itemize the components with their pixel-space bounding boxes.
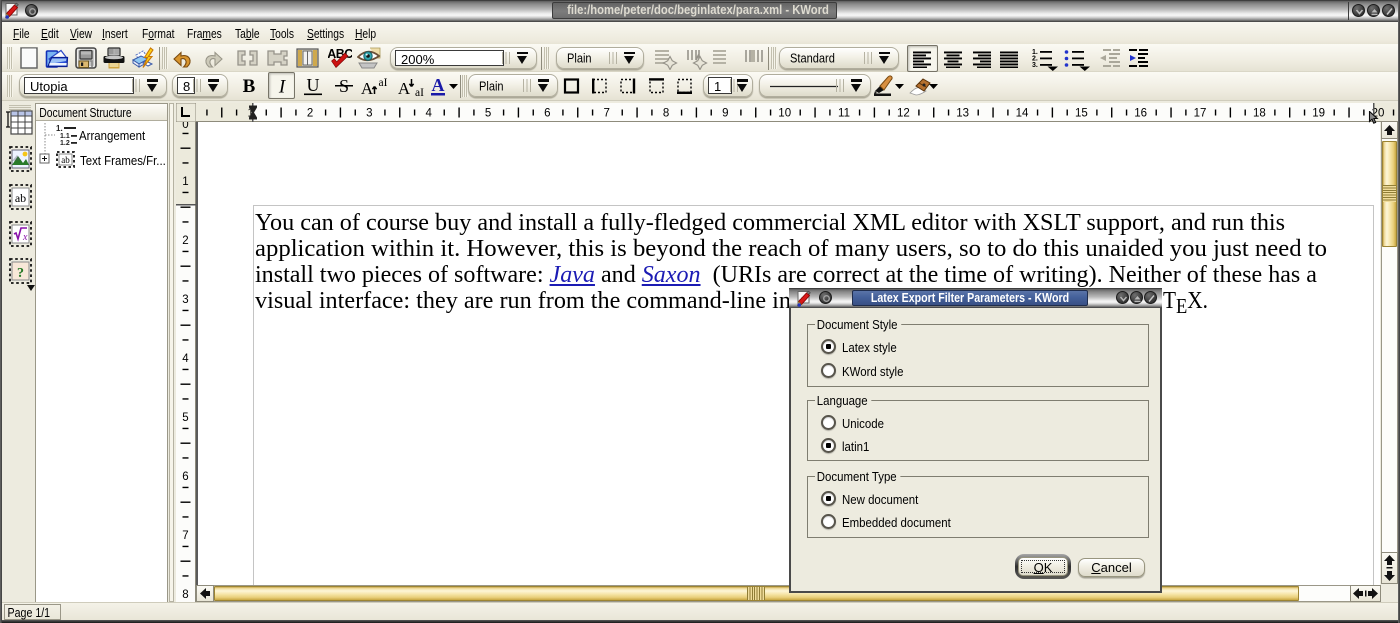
svg-text:13: 13 [956, 108, 969, 120]
svg-text:7: 7 [604, 108, 610, 120]
svg-text:1.1: 1.1 [60, 133, 70, 140]
svg-text:10: 10 [778, 108, 791, 120]
svg-text:6: 6 [182, 471, 188, 483]
svg-text:15: 15 [1075, 108, 1088, 120]
svg-text:16: 16 [1134, 108, 1147, 120]
svg-text:aI: aI [415, 87, 424, 98]
svg-text:1: 1 [182, 176, 188, 188]
svg-text:11: 11 [838, 108, 850, 120]
svg-text:12: 12 [897, 108, 910, 120]
svg-text:19: 19 [1312, 108, 1325, 120]
svg-text:ab: ab [61, 155, 70, 165]
svg-text:x: x [22, 232, 28, 243]
svg-text:4: 4 [182, 353, 189, 365]
svg-text:I: I [278, 77, 287, 98]
svg-text:A: A [398, 79, 411, 98]
svg-text:A: A [432, 75, 445, 95]
svg-text:8: 8 [182, 589, 188, 601]
svg-text:0: 0 [182, 122, 188, 131]
svg-text:7: 7 [182, 530, 188, 542]
svg-text:2: 2 [182, 235, 188, 247]
svg-text:?: ? [17, 266, 24, 281]
svg-text:1.: 1. [56, 124, 63, 133]
svg-text:8: 8 [663, 108, 669, 120]
svg-text:aI: aI [379, 77, 388, 89]
svg-text:14: 14 [1016, 108, 1029, 120]
svg-text:5: 5 [182, 412, 188, 424]
svg-text:1.2: 1.2 [60, 140, 70, 147]
svg-text:9: 9 [722, 108, 728, 120]
svg-text:ab: ab [15, 191, 26, 205]
svg-text:3: 3 [182, 294, 188, 306]
svg-text:B: B [243, 76, 256, 97]
svg-text:3.: 3. [1032, 62, 1038, 69]
svg-text:17: 17 [1194, 108, 1207, 120]
svg-text:A: A [361, 79, 374, 98]
svg-text:2: 2 [307, 108, 313, 120]
svg-text:3: 3 [366, 108, 372, 120]
svg-text:U: U [307, 75, 320, 95]
svg-text:5: 5 [485, 108, 491, 120]
svg-text:6: 6 [544, 108, 550, 120]
svg-text:18: 18 [1253, 108, 1266, 120]
svg-text:4: 4 [426, 108, 433, 120]
